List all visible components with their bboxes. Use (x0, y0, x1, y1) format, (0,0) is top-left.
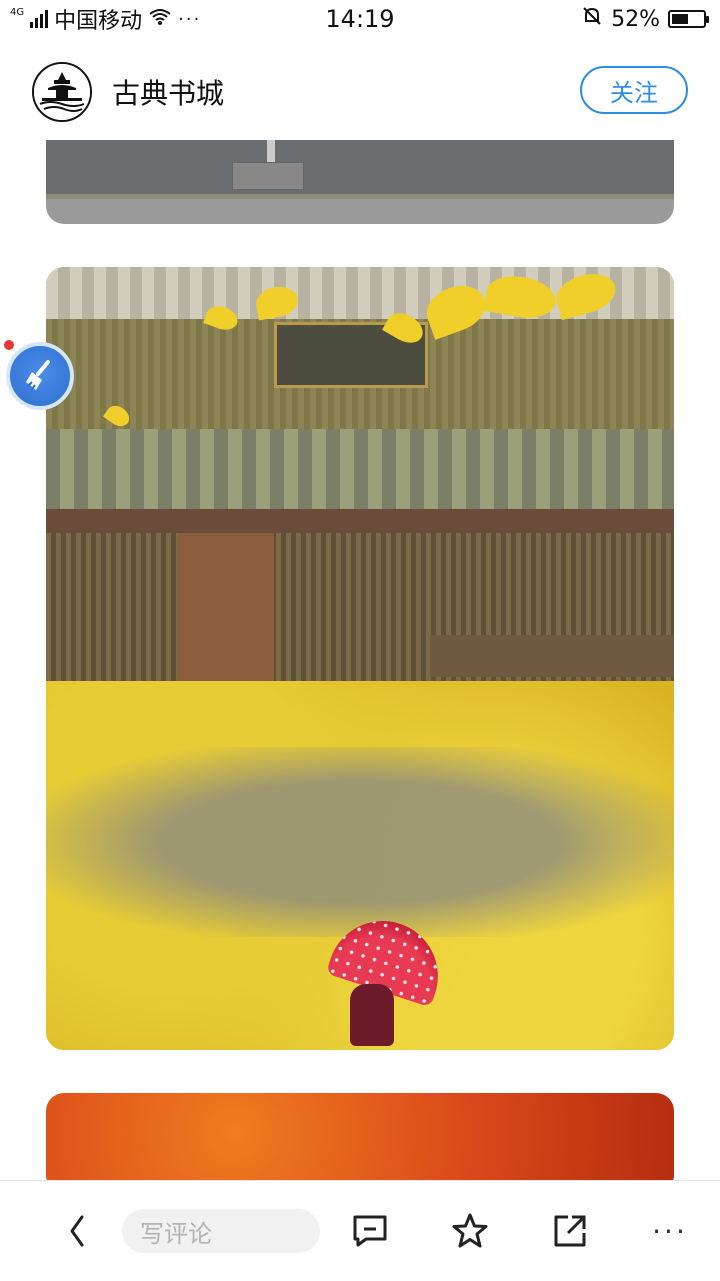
photo-card-previous[interactable] (46, 140, 674, 224)
share-icon (554, 1215, 586, 1247)
status-bar: 4G 中国移动 ··· 14:19 52% (0, 0, 720, 38)
comments-button[interactable] (348, 1209, 392, 1253)
child-in-red-coat (350, 984, 394, 1046)
wooden-bench (430, 635, 674, 677)
more-icon[interactable]: ··· (648, 1209, 692, 1253)
floating-cleaner-button[interactable] (6, 342, 74, 410)
back-button[interactable] (62, 1211, 90, 1251)
status-time: 14:19 (325, 5, 395, 33)
channel-avatar[interactable] (32, 62, 92, 122)
broom-icon (26, 360, 50, 390)
comment-icon (353, 1215, 387, 1247)
favorite-button[interactable] (448, 1209, 492, 1253)
pagoda-logo-icon (34, 64, 90, 120)
lower-roof (46, 429, 674, 509)
photo-card-ginkgo-street[interactable] (46, 267, 674, 1050)
channel-name[interactable]: 古典书城 (112, 72, 224, 112)
photo-card-next-red-autumn[interactable] (46, 1093, 674, 1180)
wooden-door (178, 533, 274, 681)
roof-eave (46, 509, 674, 533)
follow-button[interactable]: 关注 (580, 66, 688, 114)
battery-fill (672, 14, 688, 24)
notification-dot (4, 340, 14, 350)
wet-path (46, 747, 674, 937)
battery-icon (668, 10, 709, 28)
bottom-action-bar: 写评论 ··· (0, 1180, 720, 1281)
back-chevron-icon (70, 1215, 84, 1247)
comment-input[interactable]: 写评论 (122, 1209, 320, 1253)
star-icon (452, 1213, 488, 1248)
article-header: 古典书城 关注 (0, 44, 720, 140)
share-button[interactable] (548, 1209, 592, 1253)
street-post (222, 140, 318, 190)
article-content[interactable] (0, 140, 720, 1180)
